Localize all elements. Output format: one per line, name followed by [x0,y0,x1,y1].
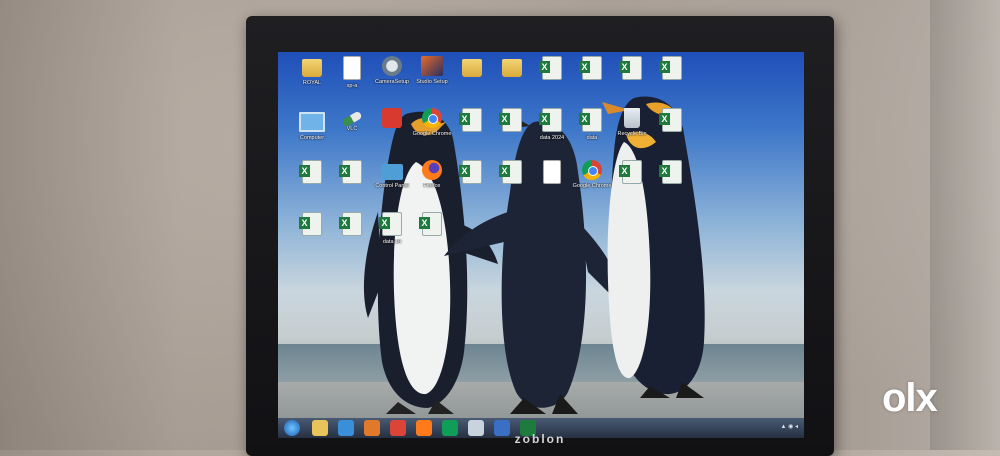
desktop-icon[interactable] [652,108,692,135]
excel-icon [499,108,522,132]
penguin-right [602,96,705,398]
desktop-icon[interactable]: Computer [292,108,332,141]
desktop-icon[interactable]: Control Panel [372,160,412,189]
desktop-icon[interactable] [412,212,452,239]
pill-icon [341,110,363,128]
desktop-icon-label: data [586,135,598,141]
system-tray[interactable]: ▲ ◉ ◂ [780,423,798,430]
desktop-icon[interactable]: Firefox [412,160,452,189]
desktop-icon[interactable] [532,56,572,83]
excel-icon [459,108,482,132]
desktop-icon-label: Studio Setup [416,79,448,85]
penguin-left [363,111,498,414]
excel-icon [339,160,362,184]
excel-icon [299,212,322,236]
desktop-icon[interactable]: Recycle Bin [612,108,652,137]
desktop-icon-label: CameraSetup [375,79,409,85]
desktop-icon[interactable]: sp-a [332,56,372,89]
excel-icon [459,160,482,184]
desktop-icon-label: Google Chrome [412,131,452,137]
excel-icon [499,160,522,184]
desktop-icon[interactable]: Studio Setup [412,56,452,85]
desktop-icon[interactable]: ROYAL [292,56,332,86]
desktop-icon[interactable]: Google Chrome [572,160,612,189]
document-icon [343,56,361,80]
desktop-icon[interactable] [372,108,412,131]
excel-icon [379,212,402,236]
desktop-icon[interactable] [332,160,372,187]
desktop-icon-label: ROYAL [302,80,322,86]
wall-corner [930,0,1000,450]
desktop-icon[interactable] [532,160,572,187]
desktop-icon[interactable]: data 14 [372,212,412,245]
desktop-icon[interactable] [452,108,492,135]
desktop-icon-label: sp-a [346,83,358,89]
desktop-icon[interactable] [452,56,492,80]
desktop-icon-label: data 14 [382,239,402,245]
desktop-icon-label: Google Chrome [572,183,612,189]
excel-icon [419,212,442,236]
desktop-icon[interactable]: data [572,108,612,141]
desktop-icon-label: Recycle Bin [617,131,647,137]
desktop-icon[interactable] [492,160,532,187]
monitor-brand: zoblon [514,432,566,446]
desktop-screen: ROYAL sp-a CameraSetup Studio Setup Computer… [278,52,804,438]
excel-icon [299,160,322,184]
desktop-icon[interactable] [652,56,692,83]
control-panel-icon [381,164,403,180]
desktop-icon[interactable] [612,56,652,83]
doc-icon [543,160,561,184]
desktop-icon-label: data 2024 [539,135,565,141]
desktop-icon-label: Computer [299,135,325,141]
desktop-icon[interactable] [572,56,612,83]
desktop-icon[interactable]: data 2024 [532,108,572,141]
image-icon [421,56,443,76]
desktop-icon[interactable] [492,56,532,80]
excel-icon [539,56,562,80]
computer-icon [299,112,325,132]
desktop-icon-label: Control Panel [375,183,409,189]
recycle-bin-icon [624,108,640,128]
penguin-center [444,114,630,414]
desktop-icon[interactable]: VLC [332,108,372,132]
chrome-icon [422,108,442,128]
chrome-icon [582,160,602,180]
excel-icon [619,160,642,184]
setup-icon [382,56,402,76]
desktop-icon[interactable]: Google Chrome [412,108,452,137]
folder-icon [462,59,482,77]
excel-icon [579,56,602,80]
app-icon [382,108,402,128]
excel-icon [659,160,682,184]
excel-icon [619,56,642,80]
excel-icon [659,108,682,132]
folder-icon [302,59,322,77]
olx-watermark: olx [882,376,938,420]
desktop-icon[interactable] [612,160,652,187]
excel-icon [579,108,602,132]
desktop-icon[interactable] [452,160,492,187]
desktop-icon[interactable] [292,212,332,239]
desktop-icon[interactable] [492,108,532,135]
desktop-icon[interactable] [292,160,332,187]
desktop-icon-label: VLC [346,126,358,132]
excel-icon [659,56,682,80]
desktop-icon-label: Firefox [423,183,441,189]
monitor: ROYAL sp-a CameraSetup Studio Setup Computer… [246,16,834,456]
excel-icon [539,108,562,132]
desktop-icon[interactable] [652,160,692,187]
firefox-icon [422,160,442,180]
folder-icon [502,59,522,77]
desktop-icon[interactable] [332,212,372,239]
desktop-icon[interactable]: CameraSetup [372,56,412,85]
excel-icon [339,212,362,236]
